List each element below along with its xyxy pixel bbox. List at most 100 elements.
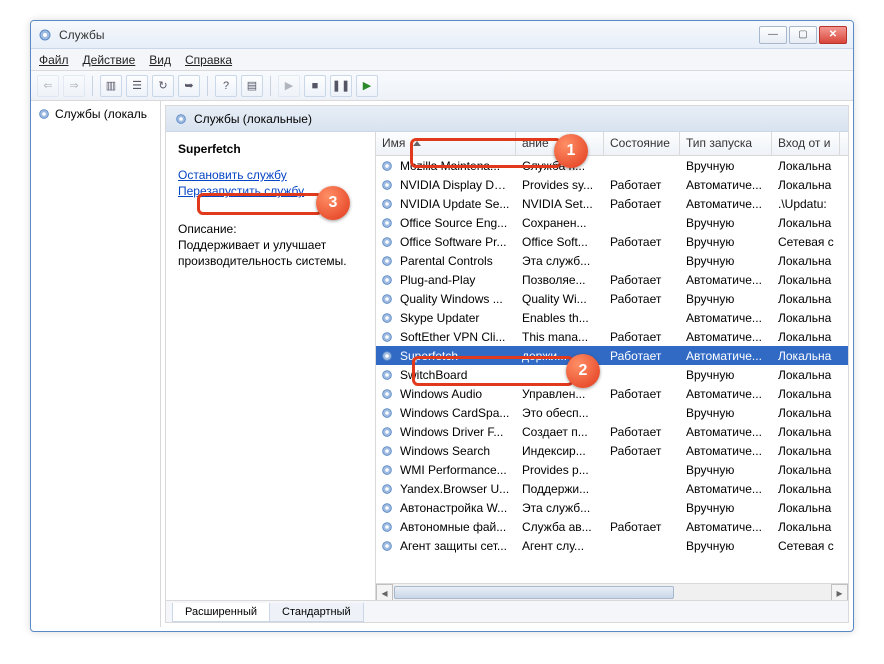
forward-button[interactable]: ⇒ bbox=[63, 75, 85, 97]
menu-help[interactable]: Справка bbox=[185, 53, 232, 67]
table-row[interactable]: Parental ControlsЭта служб...ВручнуюЛока… bbox=[376, 251, 848, 270]
gear-icon bbox=[380, 159, 394, 173]
cell-startup: Вручную bbox=[680, 539, 772, 553]
table-row[interactable]: Quality Windows ...Quality Wi...Работает… bbox=[376, 289, 848, 308]
scroll-left-arrow[interactable]: ◂ bbox=[376, 584, 393, 600]
cell-logon: Локальна bbox=[772, 330, 840, 344]
horizontal-scrollbar[interactable]: ◂ ▸ bbox=[376, 583, 848, 600]
show-hide-tree-button[interactable]: ▥ bbox=[100, 75, 122, 97]
tree-item-services-local[interactable]: Службы (локаль bbox=[35, 105, 156, 123]
export-button[interactable]: ➥ bbox=[178, 75, 200, 97]
properties-button[interactable]: ☰ bbox=[126, 75, 148, 97]
stop-service-link[interactable]: Остановить службу bbox=[178, 168, 363, 182]
menu-action[interactable]: Действие bbox=[83, 53, 136, 67]
cell-description: Office Soft... bbox=[516, 235, 604, 249]
column-logon[interactable]: Вход от и bbox=[772, 132, 840, 155]
help-button[interactable]: ? bbox=[215, 75, 237, 97]
menu-file[interactable]: Файл bbox=[39, 53, 69, 67]
refresh-button[interactable]: ↻ bbox=[152, 75, 174, 97]
cell-status: Работает bbox=[604, 330, 680, 344]
cell-name: Office Source Eng... bbox=[394, 216, 516, 230]
gear-icon bbox=[380, 520, 394, 534]
cell-status: Работает bbox=[604, 387, 680, 401]
cell-logon: Локальна bbox=[772, 178, 840, 192]
cell-logon: Локальна bbox=[772, 254, 840, 268]
table-row[interactable]: Mozilla Maintena...Служба п...ВручнуюЛок… bbox=[376, 156, 848, 175]
cell-logon: Локальна bbox=[772, 482, 840, 496]
cell-description: Provides sy... bbox=[516, 178, 604, 192]
column-startup-type[interactable]: Тип запуска bbox=[680, 132, 772, 155]
minimize-button[interactable]: — bbox=[759, 26, 787, 44]
table-row[interactable]: SwitchBoardВручнуюЛокальна bbox=[376, 365, 848, 384]
gear-icon bbox=[37, 107, 51, 121]
service-rows[interactable]: Mozilla Maintena...Служба п...ВручнуюЛок… bbox=[376, 156, 848, 583]
tab-extended[interactable]: Расширенный bbox=[172, 603, 270, 622]
gear-icon bbox=[380, 539, 394, 553]
back-button[interactable]: ⇐ bbox=[37, 75, 59, 97]
table-row[interactable]: Plug-and-PlayПозволяе...РаботаетАвтомати… bbox=[376, 270, 848, 289]
table-row[interactable]: Windows Driver F...Создает п...РаботаетА… bbox=[376, 422, 848, 441]
cell-description: Позволяе... bbox=[516, 273, 604, 287]
table-row[interactable]: SoftEther VPN Cli...This mana...Работает… bbox=[376, 327, 848, 346]
cell-startup: Автоматиче... bbox=[680, 330, 772, 344]
description-text: Поддерживает и улучшает производительнос… bbox=[178, 238, 363, 269]
cell-startup: Вручную bbox=[680, 159, 772, 173]
scroll-thumb[interactable] bbox=[394, 586, 674, 599]
gear-icon bbox=[380, 463, 394, 477]
table-row[interactable]: NVIDIA Update Se...NVIDIA Set...Работает… bbox=[376, 194, 848, 213]
tab-standard[interactable]: Стандартный bbox=[269, 603, 364, 622]
cell-name: Агент защиты сет... bbox=[394, 539, 516, 553]
tab-bar: Расширенный Стандартный bbox=[166, 600, 848, 622]
table-row[interactable]: Windows AudioУправлен...РаботаетАвтомати… bbox=[376, 384, 848, 403]
cell-status: Работает bbox=[604, 349, 680, 363]
restart-service-button[interactable]: ▶ bbox=[356, 75, 378, 97]
table-row[interactable]: Skype UpdaterEnables th...Автоматиче...Л… bbox=[376, 308, 848, 327]
cell-description: Сохранен... bbox=[516, 216, 604, 230]
gear-icon bbox=[380, 501, 394, 515]
start-service-button[interactable]: ▶ bbox=[278, 75, 300, 97]
cell-description: Управлен... bbox=[516, 387, 604, 401]
cell-description: Создает п... bbox=[516, 425, 604, 439]
selected-service-name: Superfetch bbox=[178, 142, 363, 156]
table-row[interactable]: Yandex.Browser U...Поддержи...Автоматиче… bbox=[376, 479, 848, 498]
gear-icon bbox=[380, 406, 394, 420]
cell-startup: Автоматиче... bbox=[680, 197, 772, 211]
cell-name: Yandex.Browser U... bbox=[394, 482, 516, 496]
stop-service-button[interactable]: ■ bbox=[304, 75, 326, 97]
cell-description: Поддержи... bbox=[516, 482, 604, 496]
maximize-button[interactable]: ▢ bbox=[789, 26, 817, 44]
cell-startup: Автоматиче... bbox=[680, 387, 772, 401]
cell-logon: Локальна bbox=[772, 444, 840, 458]
menu-view[interactable]: Вид bbox=[149, 53, 171, 67]
titlebar[interactable]: Службы — ▢ ✕ bbox=[31, 21, 853, 49]
cell-startup: Автоматиче... bbox=[680, 311, 772, 325]
table-row[interactable]: Superfetchдержи...РаботаетАвтоматиче...Л… bbox=[376, 346, 848, 365]
column-name[interactable]: Имя bbox=[376, 132, 516, 155]
cell-description: Provides p... bbox=[516, 463, 604, 477]
cell-name: SwitchBoard bbox=[394, 368, 516, 382]
scroll-right-arrow[interactable]: ▸ bbox=[831, 584, 848, 600]
table-row[interactable]: Windows SearchИндексир...РаботаетАвтомат… bbox=[376, 441, 848, 460]
tree-pane: Службы (локаль bbox=[31, 101, 161, 627]
table-row[interactable]: Office Software Pr...Office Soft...Работ… bbox=[376, 232, 848, 251]
table-row[interactable]: Автонастройка W...Эта служб...ВручнуюЛок… bbox=[376, 498, 848, 517]
table-row[interactable]: WMI Performance...Provides p...ВручнуюЛо… bbox=[376, 460, 848, 479]
cell-status: Работает bbox=[604, 520, 680, 534]
action-pane-button[interactable]: ▤ bbox=[241, 75, 263, 97]
cell-name: SoftEther VPN Cli... bbox=[394, 330, 516, 344]
table-row[interactable]: Автономные фай...Служба ав...РаботаетАвт… bbox=[376, 517, 848, 536]
table-row[interactable]: NVIDIA Display Dri...Provides sy...Работ… bbox=[376, 175, 848, 194]
cell-status: Работает bbox=[604, 444, 680, 458]
cell-startup: Автоматиче... bbox=[680, 178, 772, 192]
table-row[interactable]: Windows CardSpa...Это обесп...ВручнуюЛок… bbox=[376, 403, 848, 422]
cell-name: Plug-and-Play bbox=[394, 273, 516, 287]
cell-logon: Локальна bbox=[772, 349, 840, 363]
column-status[interactable]: Состояние bbox=[604, 132, 680, 155]
main-header: Службы (локальные) bbox=[166, 106, 848, 132]
pause-service-button[interactable]: ❚❚ bbox=[330, 75, 352, 97]
close-button[interactable]: ✕ bbox=[819, 26, 847, 44]
table-row[interactable]: Office Source Eng...Сохранен...ВручнуюЛо… bbox=[376, 213, 848, 232]
cell-startup: Вручную bbox=[680, 368, 772, 382]
cell-startup: Вручную bbox=[680, 463, 772, 477]
table-row[interactable]: Агент защиты сет...Агент слу...ВручнуюСе… bbox=[376, 536, 848, 555]
